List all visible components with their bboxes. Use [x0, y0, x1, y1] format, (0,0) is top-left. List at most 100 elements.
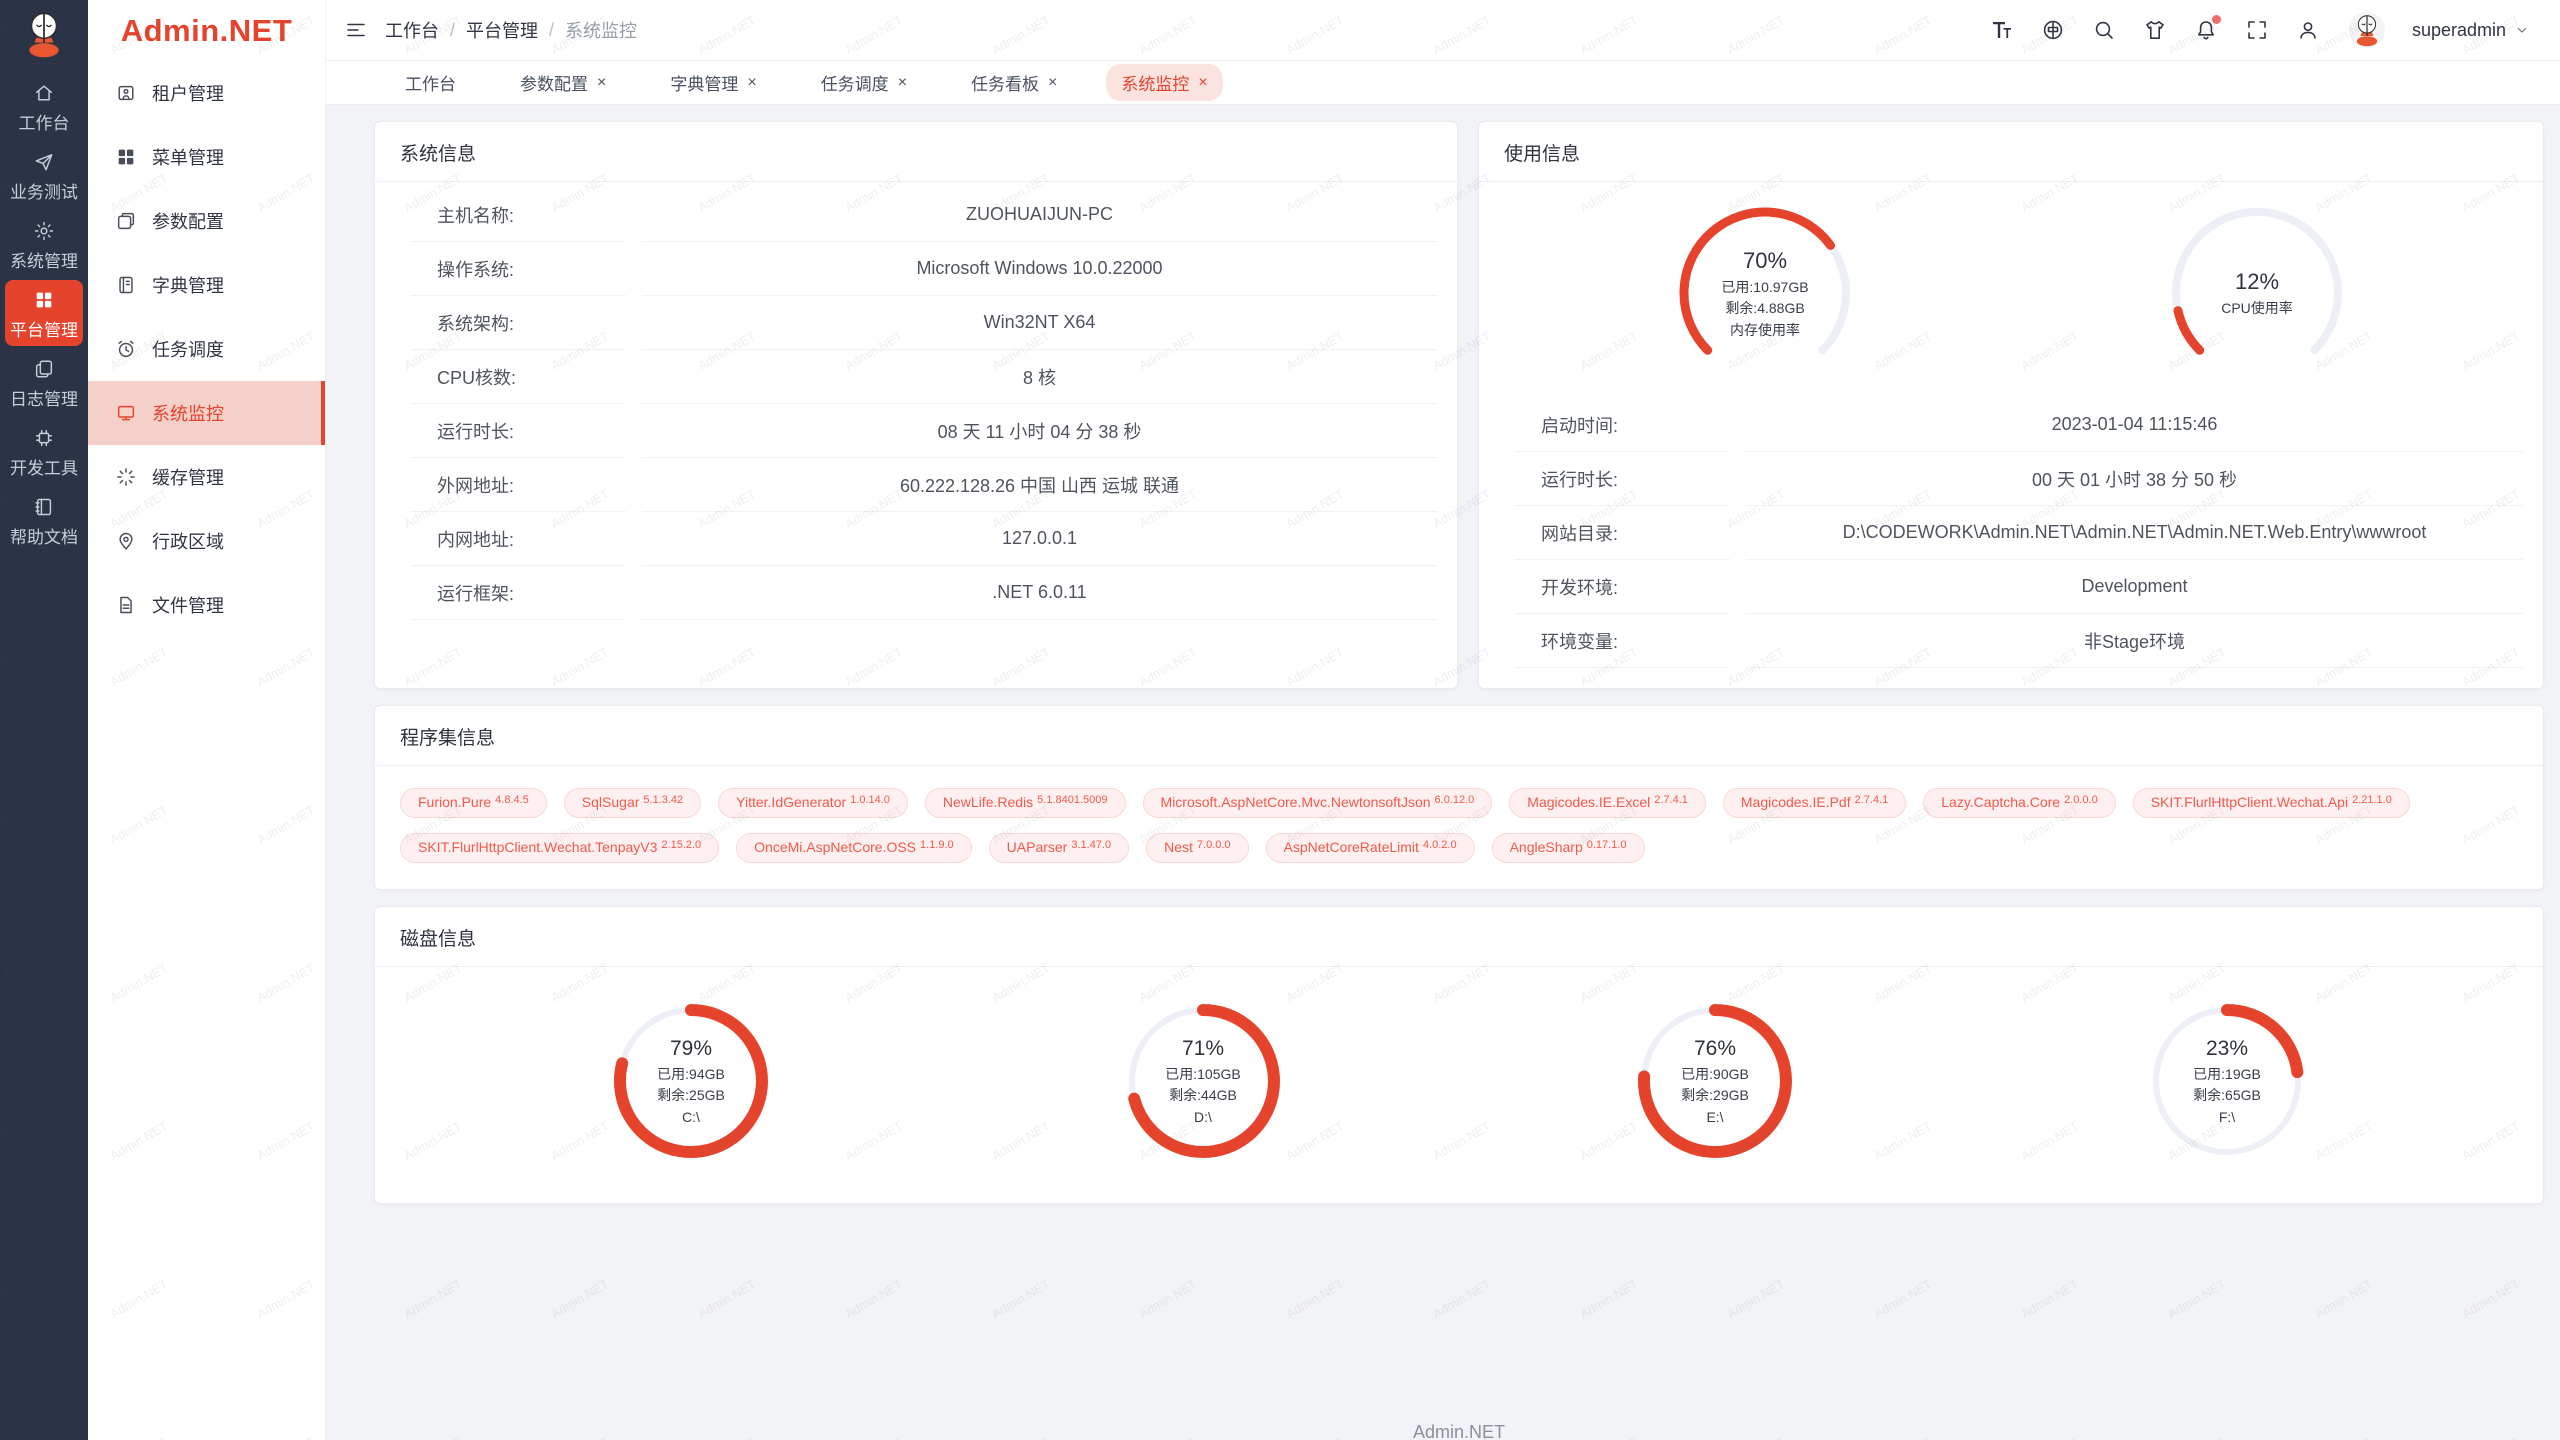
info-label: 运行时长: — [411, 404, 626, 458]
info-value: Win32NT X64 — [642, 296, 1437, 350]
info-value: 00 天 01 小时 38 分 50 秒 — [1746, 452, 2523, 506]
info-value: 8 核 — [642, 350, 1437, 404]
tab-字典管理[interactable]: 字典管理× — [655, 64, 771, 101]
gauge-percent: 12% — [2235, 269, 2279, 295]
assembly-version: 2.7.4.1 — [1855, 794, 1889, 806]
sidebar-item-label: 系统监控 — [152, 400, 224, 426]
info-value: D:\CODEWORK\Admin.NET\Admin.NET\Admin.NE… — [1746, 506, 2523, 560]
info-label: 开发环境: — [1515, 560, 1730, 614]
chevron-down-icon — [2514, 22, 2530, 38]
close-icon[interactable]: × — [597, 75, 606, 91]
tabs-bar: 工作台参数配置× 字典管理× 任务调度× 任务看板× 系统监控× — [326, 61, 2560, 105]
assembly-tag: OnceMi.AspNetCore.OSS1.1.9.0 — [736, 833, 971, 863]
gauge-percent: 79% — [670, 1037, 712, 1061]
sidebar-item-monitor[interactable]: 系统监控 — [88, 381, 325, 445]
assembly-tag: Magicodes.IE.Pdf2.7.4.1 — [1723, 788, 1906, 818]
user-icon[interactable] — [2296, 18, 2320, 42]
assembly-name: SqlSugar — [582, 794, 640, 810]
breadcrumb-item[interactable]: 工作台 — [385, 17, 439, 43]
assembly-tag: Lazy.Captcha.Core2.0.0.0 — [1923, 788, 2115, 818]
fullscreen-icon[interactable] — [2245, 18, 2269, 42]
rail-item-grid[interactable]: 平台管理 — [5, 280, 83, 346]
info-row: 操作系统:Microsoft Windows 10.0.22000 — [375, 242, 1437, 296]
sidebar-item-label: 字典管理 — [152, 272, 224, 298]
info-row: 主机名称:ZUOHUAIJUN-PC — [375, 188, 1437, 242]
assembly-name: UAParser — [1007, 839, 1068, 855]
rail-item-logs[interactable]: 日志管理 — [5, 349, 83, 415]
monitor-icon — [115, 402, 137, 424]
notification-icon[interactable] — [2194, 18, 2218, 42]
assembly-tag: UAParser3.1.47.0 — [989, 833, 1129, 863]
assembly-name: Yitter.IdGenerator — [736, 794, 846, 810]
info-value: Development — [1746, 560, 2523, 614]
rail-item-chip[interactable]: 开发工具 — [5, 418, 83, 484]
avatar[interactable] — [2349, 12, 2385, 48]
info-label: 网站目录: — [1515, 506, 1730, 560]
sidebar-item-menu[interactable]: 菜单管理 — [88, 125, 325, 189]
notification-badge — [2212, 15, 2221, 24]
assembly-version: 1.0.14.0 — [850, 794, 890, 806]
info-label: 运行时长: — [1515, 452, 1730, 506]
rail-item-label: 工作台 — [19, 115, 70, 132]
sidebar-item-dict[interactable]: 字典管理 — [88, 253, 325, 317]
sidebar-item-file[interactable]: 文件管理 — [88, 573, 325, 637]
info-label: 外网地址: — [411, 458, 626, 512]
param-icon — [115, 210, 137, 232]
close-icon[interactable]: × — [898, 75, 907, 91]
gauge-percent: 70% — [1743, 248, 1787, 274]
tab-系统监控[interactable]: 系统监控× — [1106, 64, 1222, 101]
info-value: .NET 6.0.11 — [642, 566, 1437, 620]
tab-任务调度[interactable]: 任务调度× — [806, 64, 922, 101]
grid-icon — [33, 289, 55, 316]
info-label: 主机名称: — [411, 188, 626, 242]
app-mascot-logo[interactable] — [18, 8, 70, 60]
topbar: 工作台/平台管理/系统监控 superadmin — [326, 0, 2560, 61]
search-icon[interactable] — [2092, 18, 2116, 42]
info-row: 环境变量:非Stage环境 — [1479, 614, 2523, 668]
info-row: 启动时间:2023-01-04 11:15:46 — [1479, 398, 2523, 452]
close-icon[interactable]: × — [1048, 75, 1057, 91]
gauge-line: D:\ — [1194, 1109, 1212, 1125]
language-icon[interactable] — [2041, 18, 2065, 42]
logs-icon — [33, 358, 55, 385]
user-dropdown[interactable]: superadmin — [2412, 20, 2530, 41]
tab-参数配置[interactable]: 参数配置× — [505, 64, 621, 101]
close-icon[interactable]: × — [1198, 75, 1207, 91]
collapse-menu-icon[interactable] — [344, 18, 368, 42]
assembly-version: 2.21.1.0 — [2352, 794, 2392, 806]
footer-app-name: Admin.NET — [374, 1422, 2544, 1440]
assembly-version: 6.0.12.0 — [1435, 794, 1475, 806]
info-row: 运行时长:08 天 11 小时 04 分 38 秒 — [375, 404, 1437, 458]
gauge-line: 已用:19GB — [2193, 1066, 2261, 1082]
tab-任务看板[interactable]: 任务看板× — [956, 64, 1072, 101]
theme-icon[interactable] — [2143, 18, 2167, 42]
info-label: 启动时间: — [1515, 398, 1730, 452]
home-icon — [33, 82, 55, 109]
rail-item-send[interactable]: 业务测试 — [5, 142, 83, 208]
sidebar-item-cache[interactable]: 缓存管理 — [88, 445, 325, 509]
info-row: 网站目录: D:\CODEWORK\Admin.NET\Admin.NET\Adm… — [1479, 506, 2523, 560]
rail-item-gear[interactable]: 系统管理 — [5, 211, 83, 277]
sidebar-item-param[interactable]: 参数配置 — [88, 189, 325, 253]
rail-item-label: 业务测试 — [10, 184, 78, 201]
sidebar-item-tenant[interactable]: 租户管理 — [88, 61, 325, 125]
gauge-line: 已用:90GB — [1681, 1066, 1749, 1082]
secondary-nav: 租户管理菜单管理参数配置字典管理任务调度系统监控缓存管理行政区域文件管理 — [88, 61, 325, 637]
pin-icon — [115, 530, 137, 552]
app-logo: Admin.NET — [88, 0, 325, 61]
breadcrumb-separator: / — [549, 20, 554, 41]
font-size-icon[interactable] — [1990, 18, 2014, 42]
rail-item-book[interactable]: 帮助文档 — [5, 487, 83, 553]
close-icon[interactable]: × — [747, 75, 756, 91]
clock-icon — [115, 338, 137, 360]
book-icon — [33, 496, 55, 523]
info-row: 外网地址:60.222.128.26 中国 山西 运城 联通 — [375, 458, 1437, 512]
tab-工作台[interactable]: 工作台 — [390, 64, 471, 101]
secondary-sidebar: Admin.NET 租户管理菜单管理参数配置字典管理任务调度系统监控缓存管理行政… — [88, 0, 326, 1440]
breadcrumb-item[interactable]: 平台管理 — [466, 17, 538, 43]
rail-item-home[interactable]: 工作台 — [5, 73, 83, 139]
sidebar-item-clock[interactable]: 任务调度 — [88, 317, 325, 381]
sidebar-item-pin[interactable]: 行政区域 — [88, 509, 325, 573]
assembly-name: SKIT.FlurlHttpClient.Wechat.TenpayV3 — [418, 839, 657, 855]
assembly-tags: Furion.Pure4.8.4.5SqlSugar5.1.3.42Yitter… — [375, 766, 2543, 889]
